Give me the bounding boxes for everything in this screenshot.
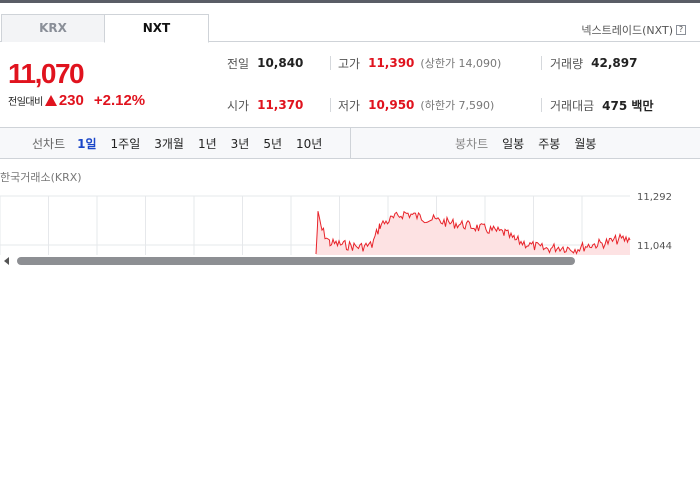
divider [330,56,331,70]
stat-sub: (하한가 7,590) [420,99,495,112]
period-1y[interactable]: 1년 [198,135,217,152]
tab-krx[interactable]: KRX [1,14,105,42]
y-tick-label: 11,292 [637,192,672,203]
period-3m[interactable]: 3개월 [154,135,184,152]
candle-daily[interactable]: 일봉 [502,135,524,152]
stat-sub: (상한가 14,090) [420,57,502,70]
stat-label: 시가 [227,98,250,113]
stat-value: 10,950 [368,98,415,112]
help-icon[interactable]: ? [676,25,686,35]
arrow-left-icon[interactable] [4,257,9,265]
chart-scrollbar[interactable] [0,255,700,267]
top-border [0,0,700,3]
stat-high: 고가 11,390 (상한가 14,090) [338,55,501,71]
chart-toolbar: 선차트 1일 1주일 3개월 1년 3년 5년 10년 봉차트 일봉 주봉 월봉 [0,127,700,159]
period-10y[interactable]: 10년 [296,135,322,152]
period-5y[interactable]: 5년 [263,135,282,152]
stat-label: 전일 [227,56,250,71]
scroll-thumb[interactable] [17,257,575,265]
nextrade-link[interactable]: 넥스트레이드(NXT) ? [581,22,686,38]
current-price: 11,070 [8,58,85,89]
stat-value: 11,390 [368,56,415,70]
price-change: 전일대비 230 +2.12% [8,92,145,109]
stat-label: 거래량 [550,56,584,71]
stat-amount: 거래대금 475 백만 [550,97,653,113]
candle-chart-title: 봉차트 [455,136,489,151]
stat-prev-close: 전일 10,840 [227,55,303,71]
intraday-price-chart: 11,292 11,044 [0,192,672,255]
stat-open: 시가 11,370 [227,97,303,113]
change-label: 전일대비 [8,97,43,108]
period-1w[interactable]: 1주일 [111,135,141,152]
change-value: 230 [58,92,84,109]
y-tick-label: 11,044 [637,241,672,252]
stat-value: 475 백만 [602,98,654,113]
candle-weekly[interactable]: 주봉 [538,135,560,152]
line-chart-title: 선차트 [32,136,66,151]
price-area [316,211,630,255]
chart-source-label: 한국거래소(KRX) [0,171,82,184]
stat-label: 거래대금 [550,98,595,113]
period-3y[interactable]: 3년 [231,135,250,152]
stat-value: 42,897 [591,56,638,70]
tab-nxt[interactable]: NXT [104,14,209,43]
divider [330,98,331,112]
stat-label: 고가 [338,56,361,71]
stat-value: 10,840 [257,56,304,70]
stat-volume: 거래량 42,897 [550,55,637,71]
line-chart-periods: 선차트 1일 1주일 3개월 1년 3년 5년 10년 [0,128,351,158]
period-1d[interactable]: 1일 [77,135,96,152]
stat-value: 11,370 [257,98,304,112]
divider [541,56,542,70]
candle-chart-periods: 봉차트 일봉 주봉 월봉 [455,128,610,158]
divider [541,98,542,112]
candle-monthly[interactable]: 월봉 [574,135,596,152]
change-percent: +2.12% [93,92,146,109]
stat-label: 저가 [338,98,361,113]
triangle-up-icon [44,95,57,106]
stat-low: 저가 10,950 (하한가 7,590) [338,97,494,113]
nextrade-label: 넥스트레이드(NXT) [581,24,673,37]
